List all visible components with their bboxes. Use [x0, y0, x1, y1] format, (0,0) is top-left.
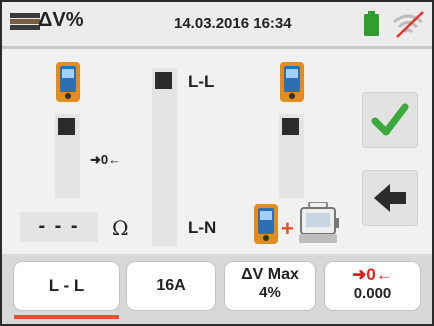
active-tab-indicator: [14, 315, 119, 319]
bottom-tab-bar: L - L 16A ΔV Max 4% ➜0← 0.000: [2, 254, 432, 324]
wifi-off-icon: [393, 11, 424, 38]
tab-delta-v-max[interactable]: ΔV Max 4%: [225, 262, 315, 310]
meter-device-icon-bottom: [254, 204, 278, 244]
center-level-bar: [152, 68, 177, 246]
zero-offset-icon: ➜0←: [352, 265, 393, 284]
right-indicator-square: [282, 118, 299, 135]
resistance-display: - - -: [20, 212, 98, 242]
header-bar: ΔV% 14.03.2016 16:34: [2, 2, 432, 49]
ohm-unit: Ω: [112, 216, 129, 240]
tab-current-rating[interactable]: 16A: [127, 262, 215, 310]
page-title: ΔV%: [38, 9, 84, 31]
confirm-button[interactable]: [362, 92, 418, 148]
tab-value: 0.000: [353, 285, 392, 302]
date-time: 14.03.2016 16:34: [174, 15, 292, 32]
left-indicator-square: [58, 118, 75, 135]
instrument-screen: ΔV% 14.03.2016 16:34 ➜0← - - - Ω L-L L-N: [0, 0, 434, 326]
tab-value: 4%: [259, 284, 281, 301]
resistance-value: - - -: [38, 215, 80, 237]
plus-sign: +: [281, 216, 294, 241]
label-line-line: L-L: [188, 72, 215, 91]
label-line-neutral: L-N: [188, 218, 217, 237]
battery-icon: [364, 11, 379, 36]
tab-zero-offset[interactable]: ➜0← 0.000: [325, 262, 420, 310]
checkmark-icon: [371, 103, 409, 136]
back-button[interactable]: [362, 170, 418, 226]
meter-device-icon-left: [56, 62, 80, 102]
measurement-bars-icon: [10, 13, 40, 31]
tab-connection-type[interactable]: L - L: [14, 262, 119, 310]
tab-label: L - L: [48, 276, 85, 295]
zero-arrow-label: ➜0←: [90, 152, 122, 167]
tab-label: ΔV Max: [241, 266, 299, 283]
back-arrow-icon: [374, 184, 406, 212]
remote-unit-icon: [299, 202, 339, 243]
meter-device-icon-right: [280, 62, 304, 102]
center-indicator-square: [155, 72, 172, 89]
tab-label: 16A: [156, 277, 186, 294]
